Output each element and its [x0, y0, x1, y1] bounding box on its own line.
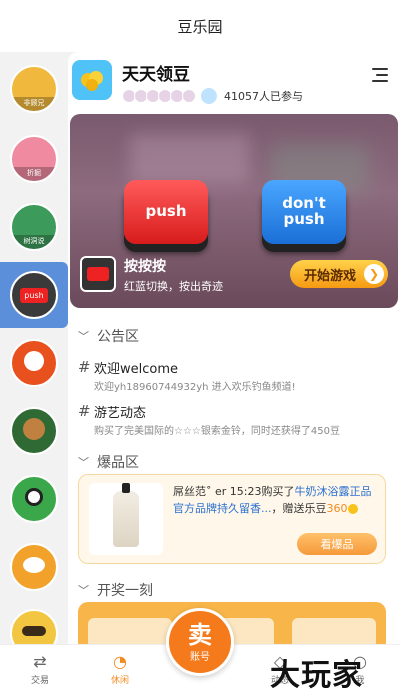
game-header: 天天领豆 41057人已参与 — [68, 52, 400, 112]
sidebar-item-label: 折掘 — [12, 167, 56, 181]
sidebar-item-2[interactable]: 折掘 — [0, 126, 68, 192]
avatar — [200, 87, 218, 105]
red-push-button-image: push — [124, 180, 208, 244]
hot-section-header[interactable]: ﹀ 爆品区 — [78, 452, 139, 472]
notice-heading: 公告区 — [97, 329, 139, 345]
sidebar-item-7[interactable] — [0, 466, 68, 532]
avatar: push — [10, 271, 58, 319]
reward-amount: 360 — [326, 502, 348, 515]
game-description: 红蓝切换，按出奇迹 — [124, 280, 223, 293]
trade-icon: ⇄ — [33, 651, 47, 671]
tab-trade[interactable]: ⇄ 交易 — [0, 645, 80, 692]
start-game-button[interactable]: 开始游戏 ❯ — [290, 260, 388, 288]
notice-section-header[interactable]: ﹀ 公告区 — [78, 326, 139, 346]
avatar: 树洞说 — [10, 203, 58, 251]
reward-prefix: ，赠送乐豆 — [271, 502, 327, 515]
avatar — [182, 89, 196, 103]
main-panel: 天天领豆 41057人已参与 push don't push 按按按 红蓝切换，按… — [68, 52, 400, 644]
bean-icon — [81, 71, 103, 91]
notice-item[interactable]: # 游艺动态 购买了完美国际的☆☆☆银索金铃，同时还获得了450豆 — [78, 402, 394, 442]
chevron-down-icon: ﹀ — [78, 584, 89, 597]
participants-row: 41057人已参与 — [122, 87, 303, 105]
sidebar-item-label: push — [20, 287, 48, 303]
sell-big-label: 卖 — [188, 620, 212, 649]
sidebar-item-3[interactable]: 树洞说 — [0, 194, 68, 260]
avatar: 折掘 — [10, 135, 58, 183]
blue-dont-push-button-image: don't push — [262, 180, 346, 244]
hot-product-text: 屌丝范˚ er 15:23购买了牛奶沐浴露正品官方品牌持久留香...，赠送乐豆3… — [173, 483, 379, 517]
start-game-label: 开始游戏 — [304, 268, 357, 284]
watermark-logo: 大玩家 — [270, 658, 363, 692]
blue-button-line2: push — [283, 210, 325, 228]
sidebar-item-5[interactable] — [0, 330, 68, 396]
game-logo — [72, 60, 112, 100]
gamepad-icon: ◔ — [113, 651, 127, 671]
menu-icon[interactable] — [372, 68, 388, 82]
sidebar: 非顾兄 折掘 树洞说 push — [0, 52, 68, 644]
notice-item[interactable]: # 欢迎welcome 欢迎yh18960744932yh 进入欢乐钓鱼频道! — [78, 358, 394, 398]
tab-leisure[interactable]: ◔ 休闲 — [80, 645, 160, 692]
avatar — [10, 609, 58, 644]
sidebar-item-label: 非顾兄 — [12, 97, 56, 111]
avatar: 非顾兄 — [10, 65, 58, 113]
sidebar-item-1[interactable]: 非顾兄 — [0, 56, 68, 122]
bean-icon — [347, 504, 358, 514]
top-bar: 豆乐园 — [0, 0, 400, 52]
participant-count: 41057人已参与 — [224, 90, 303, 103]
notice-title: 游艺动态 — [94, 406, 147, 421]
buyer-name: 屌丝范˚ er — [173, 485, 227, 498]
purchase-time: 15:23购买了 — [229, 485, 295, 498]
hash-icon: # — [78, 358, 91, 376]
chevron-down-icon: ﹀ — [78, 330, 89, 343]
sell-small-label: 账号 — [190, 651, 210, 663]
chevron-down-icon: ﹀ — [78, 456, 89, 469]
game-name: 按按按 — [124, 259, 166, 275]
sell-account-button[interactable]: 卖 账号 — [166, 608, 234, 676]
tab-trade-label: 交易 — [30, 675, 49, 686]
chevron-right-icon: ❯ — [364, 264, 384, 284]
product-image — [89, 483, 163, 555]
avatar — [10, 407, 58, 455]
notice-text: 购买了完美国际的☆☆☆银索金铃，同时还获得了450豆 — [94, 426, 340, 437]
notice-title: 欢迎welcome — [94, 362, 179, 377]
sidebar-item-6[interactable] — [0, 398, 68, 464]
sidebar-item-label: 树洞说 — [12, 235, 56, 249]
hot-heading: 爆品区 — [97, 455, 139, 471]
hot-product-card[interactable]: 屌丝范˚ er 15:23购买了牛奶沐浴露正品官方品牌持久留香...，赠送乐豆3… — [78, 474, 386, 564]
game-title: 天天领豆 — [122, 65, 190, 85]
game-banner[interactable]: push don't push 按按按 红蓝切换，按出奇迹 开始游戏 ❯ — [70, 114, 398, 308]
notice-text: 欢迎yh18960744932yh 进入欢乐钓鱼频道! — [94, 382, 296, 393]
view-hot-products-button[interactable]: 看爆品 — [297, 533, 377, 555]
hash-icon: # — [78, 402, 91, 420]
sidebar-item-4-active[interactable]: push — [0, 262, 68, 328]
sidebar-item-8[interactable] — [0, 534, 68, 600]
avatar — [10, 543, 58, 591]
page-title: 豆乐园 — [177, 17, 223, 36]
tab-leisure-label: 休闲 — [110, 675, 129, 686]
lottery-heading: 开奖一刻 — [97, 583, 153, 599]
lottery-slot — [292, 618, 376, 644]
avatar — [10, 339, 58, 387]
lottery-section-header[interactable]: ﹀ 开奖一刻 — [78, 580, 153, 600]
sidebar-item-9[interactable] — [0, 600, 68, 644]
lottery-slot — [88, 618, 172, 644]
game-thumbnail — [80, 256, 116, 292]
avatar — [10, 475, 58, 523]
